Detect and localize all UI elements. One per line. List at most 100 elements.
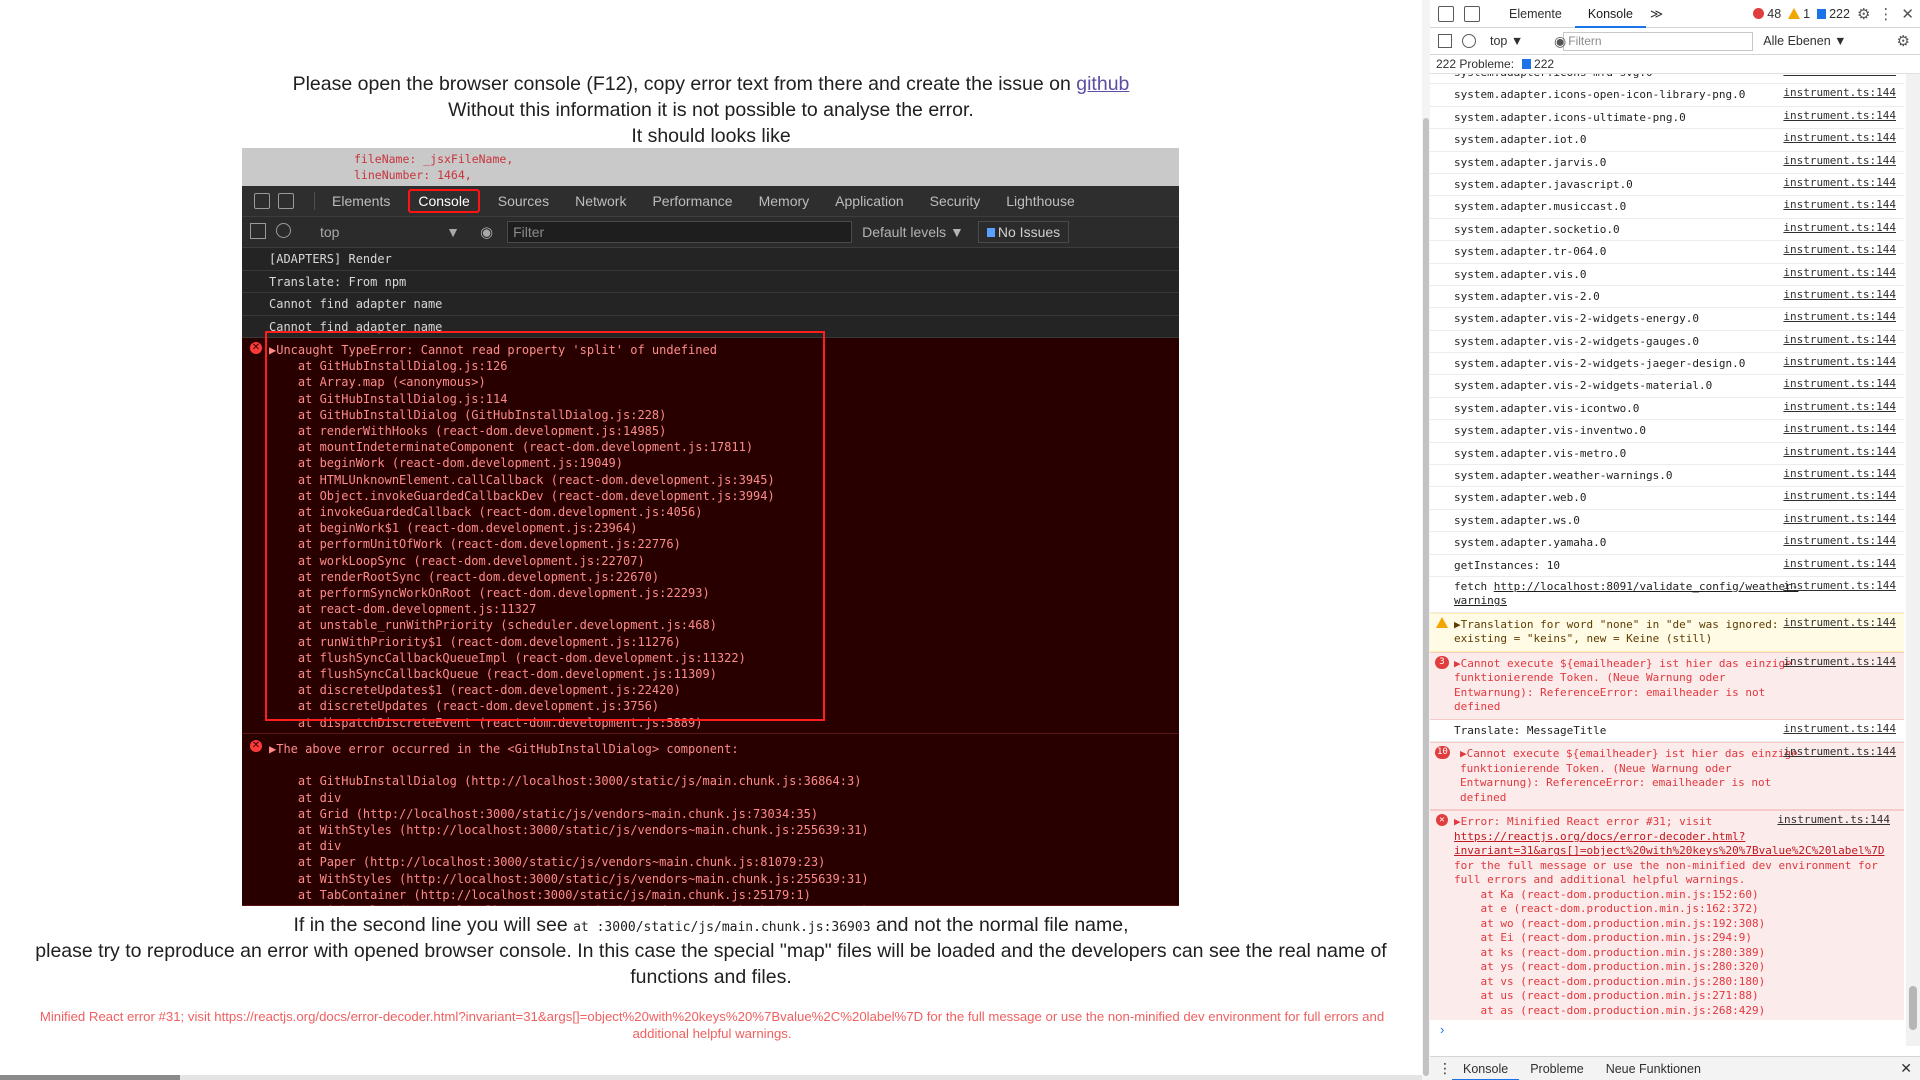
message-text: system.adapter.vis-2.0 [1454, 289, 1600, 303]
source-link[interactable]: instrument.ts:144 [1783, 534, 1896, 549]
source-link[interactable]: instrument.ts:144 [1783, 467, 1896, 482]
source-link[interactable]: instrument.ts:144 [1783, 579, 1896, 594]
message-count[interactable]: 222 [1817, 7, 1850, 21]
error-decoder-link[interactable]: https://reactjs.org/docs/error-decoder.h… [1454, 830, 1884, 858]
source-link[interactable]: instrument.ts:144 [1783, 422, 1896, 437]
scroll-thumb[interactable] [1909, 986, 1917, 1030]
source-link[interactable]: instrument.ts:144 [1783, 288, 1896, 303]
drawer-tab-probleme[interactable]: Probleme [1519, 1057, 1595, 1080]
issues-badge: No Issues [977, 221, 1070, 243]
source-link[interactable]: instrument.ts:144 [1783, 722, 1896, 737]
kebab-menu-icon[interactable]: ⋮ [1878, 5, 1893, 23]
console-prompt[interactable]: › [1440, 1022, 1444, 1037]
message-text: Translate: MessageTitle [1454, 723, 1607, 737]
message-text: system.adapter.icons-open-icon-library-p… [1454, 88, 1746, 102]
source-link[interactable]: instrument.ts:144 [1783, 616, 1896, 631]
source-link[interactable]: instrument.ts:144 [1783, 377, 1896, 392]
scroll-thumb[interactable] [1423, 118, 1429, 1076]
source-link[interactable]: instrument.ts:144 [1783, 355, 1896, 370]
devtools-main-tabbar: Elemente Konsole ≫ 48 1 222 ⚙ ⋮ ✕ [1430, 0, 1920, 28]
issue-counters[interactable]: 48 1 222 ⚙ ⋮ ✕ [1746, 5, 1914, 23]
console-row: system.adapter.ws.0 instrument.ts:144 [1430, 510, 1904, 533]
stack-line: at WithStyles (http://localhost:3000/sta… [269, 871, 869, 886]
warning-count[interactable]: 1 [1788, 7, 1810, 21]
after-prefix: If in the second line you will see [293, 914, 574, 936]
settings-gear-icon[interactable]: ⚙ [1857, 5, 1870, 23]
source-link[interactable]: instrument.ts:144 [1783, 310, 1896, 325]
console-settings-icon[interactable]: ⚙ [1897, 32, 1910, 50]
levels-dropdown[interactable]: Alle Ebenen ▼ [1763, 34, 1846, 48]
close-drawer-button[interactable]: ✕ [1900, 1060, 1912, 1077]
source-link[interactable]: instrument.ts:144 [1783, 131, 1896, 146]
sidebar-icon[interactable] [1438, 34, 1452, 48]
tab-elements[interactable]: Elemente [1496, 0, 1575, 28]
inspect-icon [254, 193, 270, 209]
context-label: top [1490, 34, 1508, 48]
console-log: [ADAPTERS] Render Translate: From npm Cann… [242, 248, 1179, 338]
device-toggle-icon[interactable] [1464, 5, 1480, 22]
clear-icon [276, 223, 291, 238]
minified-error-message: Minified React error #31; visit https://… [39, 1009, 1385, 1041]
source-link[interactable]: instrument.ts:144 [1783, 512, 1896, 527]
console-row: system.adapter.javascript.0 instrument.ts… [1430, 174, 1904, 197]
source-link[interactable]: instrument.ts:144 [1783, 74, 1896, 79]
source-link[interactable]: instrument.ts:144 [1783, 221, 1896, 236]
console-row: system.adapter.yamaha.0 instrument.ts:144 [1430, 532, 1904, 555]
tab-elements: Elements [332, 193, 391, 209]
message-text: system.adapter.vis-inventwo.0 [1454, 424, 1647, 438]
instruction-text: Please open the browser console (F12), c… [292, 73, 1077, 95]
source-link[interactable]: instrument.ts:144 [1783, 333, 1896, 348]
source-link[interactable]: instrument.ts:144 [1783, 154, 1896, 169]
warning-count-value: 1 [1803, 6, 1811, 21]
stack-line: at Grid (http://localhost:3000/static/js… [269, 806, 819, 821]
horizontal-scrollbar[interactable] [0, 1075, 1422, 1080]
message-icon [1522, 59, 1532, 69]
console-scrollbar[interactable] [1906, 74, 1920, 1046]
eye-icon[interactable]: ◉ [1554, 33, 1566, 50]
page-vertical-scrollbar[interactable] [1422, 0, 1430, 1080]
context-selector[interactable]: top ▼ [1490, 34, 1523, 48]
drawer-tab-neue-funktionen[interactable]: Neue Funktionen [1595, 1057, 1712, 1080]
message-text: ▶Error: Minified React error #31; visit [1454, 815, 1719, 829]
tab-application: Application [835, 193, 904, 209]
error-icon: ✕ [1436, 814, 1448, 827]
filter-input[interactable]: Filtern [1563, 31, 1754, 51]
message-text: system.adapter.vis-2-widgets-material.0 [1454, 379, 1713, 393]
error-row: 3 ▶Cannot execute ${emailheader} ist hier… [1430, 651, 1904, 720]
source-link[interactable]: instrument.ts:144 [1783, 745, 1896, 760]
error-icon [1753, 8, 1765, 19]
more-tabs-button[interactable]: ≫ [1646, 0, 1667, 28]
stack-line: at TabContainer (http://localhost:3000/s… [269, 887, 811, 902]
clear-console-icon[interactable] [1462, 34, 1476, 48]
source-link[interactable]: instrument.ts:144 [1783, 266, 1896, 281]
tab-console[interactable]: Konsole [1574, 0, 1646, 28]
source-link[interactable]: instrument.ts:144 [1783, 176, 1896, 191]
source-link[interactable]: instrument.ts:144 [1783, 557, 1896, 572]
stack-line: at div [269, 790, 342, 805]
stack-line: at ys (react-dom.production.min.js:280:3… [1454, 960, 1766, 974]
source-link[interactable]: instrument.ts:144 [1783, 655, 1896, 670]
inspect-icon[interactable] [1438, 5, 1454, 22]
github-link[interactable]: github [1076, 73, 1129, 95]
source-link[interactable]: instrument.ts:144 [1783, 198, 1896, 213]
message-text: system.adapter.javascript.0 [1454, 177, 1633, 191]
console-row: system.adapter.web.0 instrument.ts:144 [1430, 487, 1904, 510]
fetch-row: fetch http://localhost:8091/validate_con… [1430, 577, 1904, 613]
source-link[interactable]: instrument.ts:144 [1783, 86, 1896, 101]
problems-bar[interactable]: 222 Probleme: 222 [1430, 55, 1920, 74]
close-devtools-button[interactable]: ✕ [1901, 5, 1914, 23]
scroll-thumb[interactable] [0, 1075, 180, 1080]
drawer-tab-konsole[interactable]: Konsole [1452, 1057, 1520, 1080]
source-link[interactable]: instrument.ts:144 [1783, 243, 1896, 258]
error-count[interactable]: 48 [1753, 7, 1781, 21]
source-link[interactable]: instrument.ts:144 [1783, 489, 1896, 504]
source-link[interactable]: instrument.ts:144 [1783, 445, 1896, 460]
fetch-url-link[interactable]: http://localhost:8091/validate_config/we… [1454, 580, 1798, 608]
levels-dropdown: Default levels ▼ [862, 224, 964, 240]
source-link[interactable]: instrument.ts:144 [1783, 400, 1896, 415]
message-text: system.adapter.vis-2-widgets-jaeger-desi… [1454, 357, 1746, 371]
source-link[interactable]: instrument.ts:144 [1777, 813, 1890, 828]
console-row: system.adapter.vis-icontwo.0 instrument.t… [1430, 398, 1904, 421]
source-link[interactable]: instrument.ts:144 [1783, 109, 1896, 124]
drawer-menu-icon[interactable]: ⋮ [1438, 1060, 1452, 1077]
